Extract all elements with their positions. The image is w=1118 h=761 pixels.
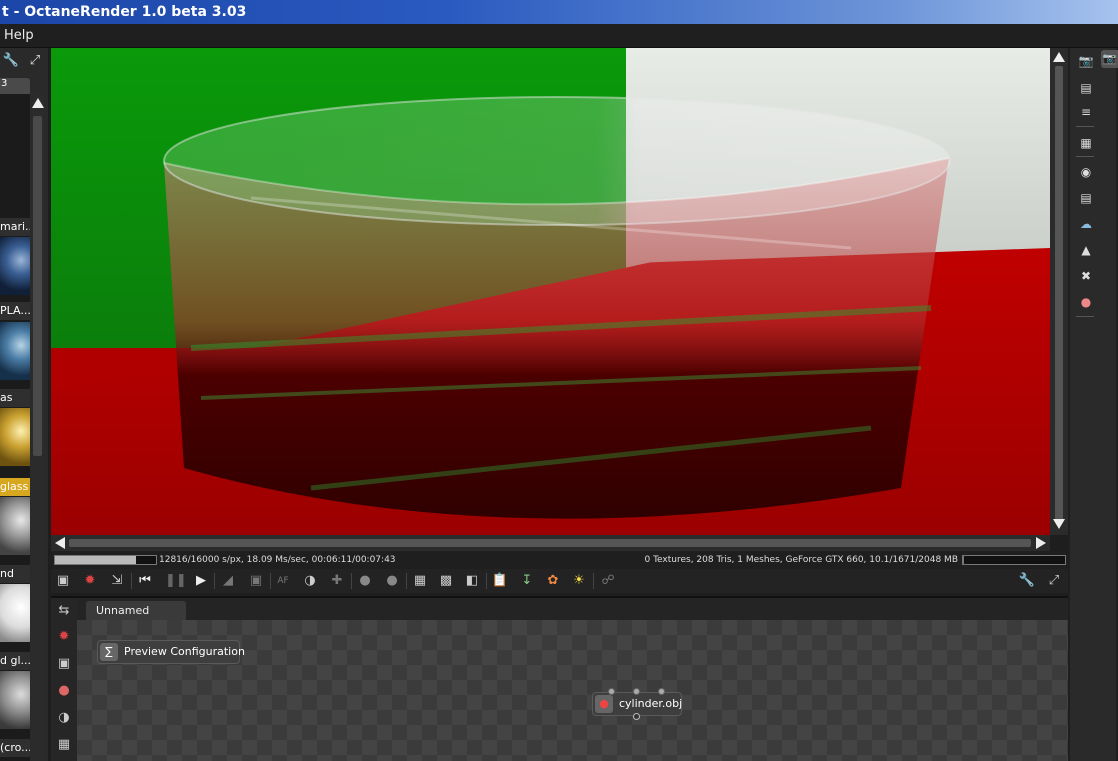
node-input-pin[interactable] xyxy=(633,688,640,695)
save-icon[interactable]: ↧ xyxy=(518,572,536,590)
window-title-bar: t - OctaneRender 1.0 beta 3.03 xyxy=(0,0,1118,24)
scroll-thumb[interactable] xyxy=(69,539,1031,547)
node-input-pin[interactable] xyxy=(658,688,665,695)
expand-icon[interactable]: ⤢ xyxy=(26,53,44,69)
project-tab[interactable]: Unnamed Project xyxy=(86,601,186,636)
render-status-bar: 12816/16000 s/px, 18.09 Ms/sec, 00:06:11… xyxy=(51,551,1068,569)
object-picker-icon[interactable]: ● xyxy=(383,572,401,590)
lights-icon[interactable]: ☀ xyxy=(570,572,588,590)
zoom-fit-icon[interactable]: ⇲ xyxy=(108,572,126,590)
material-preview[interactable] xyxy=(0,584,30,642)
camera-tab[interactable]: 📷 xyxy=(1101,50,1118,68)
screenshot-icon[interactable]: ▣ xyxy=(54,572,72,590)
material-label[interactable]: (cro... xyxy=(0,739,30,757)
render-viewport[interactable] xyxy=(51,48,1050,535)
viewport-vertical-scrollbar[interactable] xyxy=(1050,48,1068,535)
geometry-node-icon[interactable]: ▦ xyxy=(55,736,73,754)
scroll-left-icon[interactable] xyxy=(55,537,65,549)
material-preview[interactable] xyxy=(0,237,30,295)
material-icon[interactable]: ● xyxy=(1077,293,1095,311)
mesh-node-icon: ● xyxy=(595,695,613,713)
material-preview[interactable] xyxy=(0,322,30,380)
alpha-channel-icon[interactable]: ▦ xyxy=(411,572,429,590)
copy-icon[interactable]: 📋 xyxy=(491,572,509,590)
texture-node-icon[interactable]: ◑ xyxy=(55,709,73,727)
autofocus-icon[interactable]: AF xyxy=(274,572,292,590)
material-label-selected[interactable]: glass xyxy=(0,478,30,496)
material-picker-icon[interactable]: ● xyxy=(356,572,374,590)
image-icon[interactable]: ▦ xyxy=(1077,134,1095,152)
white-balance-icon[interactable]: ◑ xyxy=(301,572,319,590)
memory-usage-bar xyxy=(962,555,1066,565)
render-toolbar: ▣ ✹ ⇲ ⏮ ❚❚ ▶ ◢ ▣ AF ◑ ✚ ● ● ▦ ▩ ◧ 📋 ↧ ✿ … xyxy=(51,569,1068,593)
scroll-thumb[interactable] xyxy=(1055,66,1063,521)
scene-stats: 0 Textures, 208 Tris, 1 Meshes, GeForce … xyxy=(644,555,958,565)
material-preview[interactable] xyxy=(0,497,30,555)
material-label[interactable]: PLA... xyxy=(0,302,30,320)
list-icon[interactable]: ≡ xyxy=(1077,103,1095,121)
picker-icon[interactable]: ✚ xyxy=(328,572,346,590)
scroll-right-icon[interactable] xyxy=(1036,537,1046,549)
lock-icon[interactable]: ☍ xyxy=(599,572,617,590)
render-progress-fill xyxy=(55,556,136,564)
layers-icon[interactable]: ▤ xyxy=(1077,79,1095,97)
window-title: t - OctaneRender 1.0 beta 3.03 xyxy=(2,4,247,20)
color-icon[interactable]: ✿ xyxy=(544,572,562,590)
settings-icon[interactable]: 🔧 xyxy=(1018,572,1036,590)
config-node-icon: ∑ xyxy=(100,643,118,661)
node-label: Preview Configuration xyxy=(124,645,245,658)
render-progress-bar xyxy=(54,555,157,565)
node-graph-toolbar: ⇆ ✹ ▣ ● ◑ ▦ xyxy=(51,598,77,761)
material-list[interactable]: mari... PLA... as glass nd d gl... (cro.… xyxy=(0,94,30,761)
film-icon[interactable]: ▤ xyxy=(1077,189,1095,207)
scroll-up-icon[interactable] xyxy=(1053,52,1065,62)
material-tab[interactable]: 3 xyxy=(0,78,30,94)
render-stats: 12816/16000 s/px, 18.09 Ms/sec, 00:06:11… xyxy=(159,555,396,565)
scroll-down-icon[interactable] xyxy=(1053,519,1065,529)
rewind-icon[interactable]: ⏮ xyxy=(136,572,154,590)
environment-icon[interactable]: ☁ xyxy=(1077,215,1095,233)
play-icon[interactable]: ▶ xyxy=(192,572,210,590)
scroll-thumb[interactable] xyxy=(33,116,42,456)
wrench-icon[interactable]: 🔧 xyxy=(2,53,20,69)
preview-configuration-node[interactable]: ∑ Preview Configuration xyxy=(97,640,245,664)
node-graph-canvas[interactable]: ∑ Preview Configuration ● cylinder.obj xyxy=(77,620,1068,761)
graph-reset-icon[interactable]: ✹ xyxy=(55,628,73,646)
camera-settings-icon[interactable]: ◉ xyxy=(1077,163,1095,181)
fullscreen-icon[interactable]: ⤢ xyxy=(1045,572,1063,590)
material-list-scrollbar[interactable] xyxy=(31,94,44,761)
checker-icon[interactable]: ▩ xyxy=(437,572,455,590)
scroll-up-icon[interactable] xyxy=(32,98,44,108)
node-input-pin[interactable] xyxy=(608,688,615,695)
viewport-horizontal-scrollbar[interactable] xyxy=(51,535,1050,551)
ruler-icon[interactable]: ◢ xyxy=(219,572,237,590)
material-label[interactable]: nd xyxy=(0,565,30,583)
node-label: cylinder.obj xyxy=(619,697,683,710)
material-label[interactable]: as xyxy=(0,389,30,407)
camera-icon[interactable]: 📷 xyxy=(1077,52,1095,70)
add-node-icon[interactable]: ▣ xyxy=(55,655,73,673)
reset-icon[interactable]: ✹ xyxy=(81,572,99,590)
graph-layout-icon[interactable]: ⇆ xyxy=(55,602,73,620)
imager-icon[interactable]: ▲ xyxy=(1077,241,1095,259)
material-label[interactable]: mari... xyxy=(0,218,30,236)
material-node-icon[interactable]: ● xyxy=(55,682,73,700)
kernel-icon[interactable]: ✖ xyxy=(1077,267,1095,285)
glass-cylinder-render xyxy=(163,96,951,519)
material-preview[interactable] xyxy=(0,671,30,729)
material-preview[interactable] xyxy=(0,408,30,466)
region-icon[interactable]: ▣ xyxy=(247,572,265,590)
menu-bar: Help xyxy=(0,24,1118,48)
material-panel: 🔧 ⤢ 3 mari... PLA... as glass nd d gl...… xyxy=(0,48,48,761)
menu-help[interactable]: Help xyxy=(4,28,34,43)
clay-icon[interactable]: ◧ xyxy=(463,572,481,590)
pause-icon[interactable]: ❚❚ xyxy=(165,572,187,590)
node-output-pin[interactable] xyxy=(633,713,640,720)
memory-usage-fill xyxy=(963,556,964,564)
right-toolbar-panel: 📷 📷 ▤ ≡ ▦ ◉ ▤ ☁ ▲ ✖ ● xyxy=(1068,48,1118,761)
material-label[interactable]: d gl... xyxy=(0,652,30,670)
